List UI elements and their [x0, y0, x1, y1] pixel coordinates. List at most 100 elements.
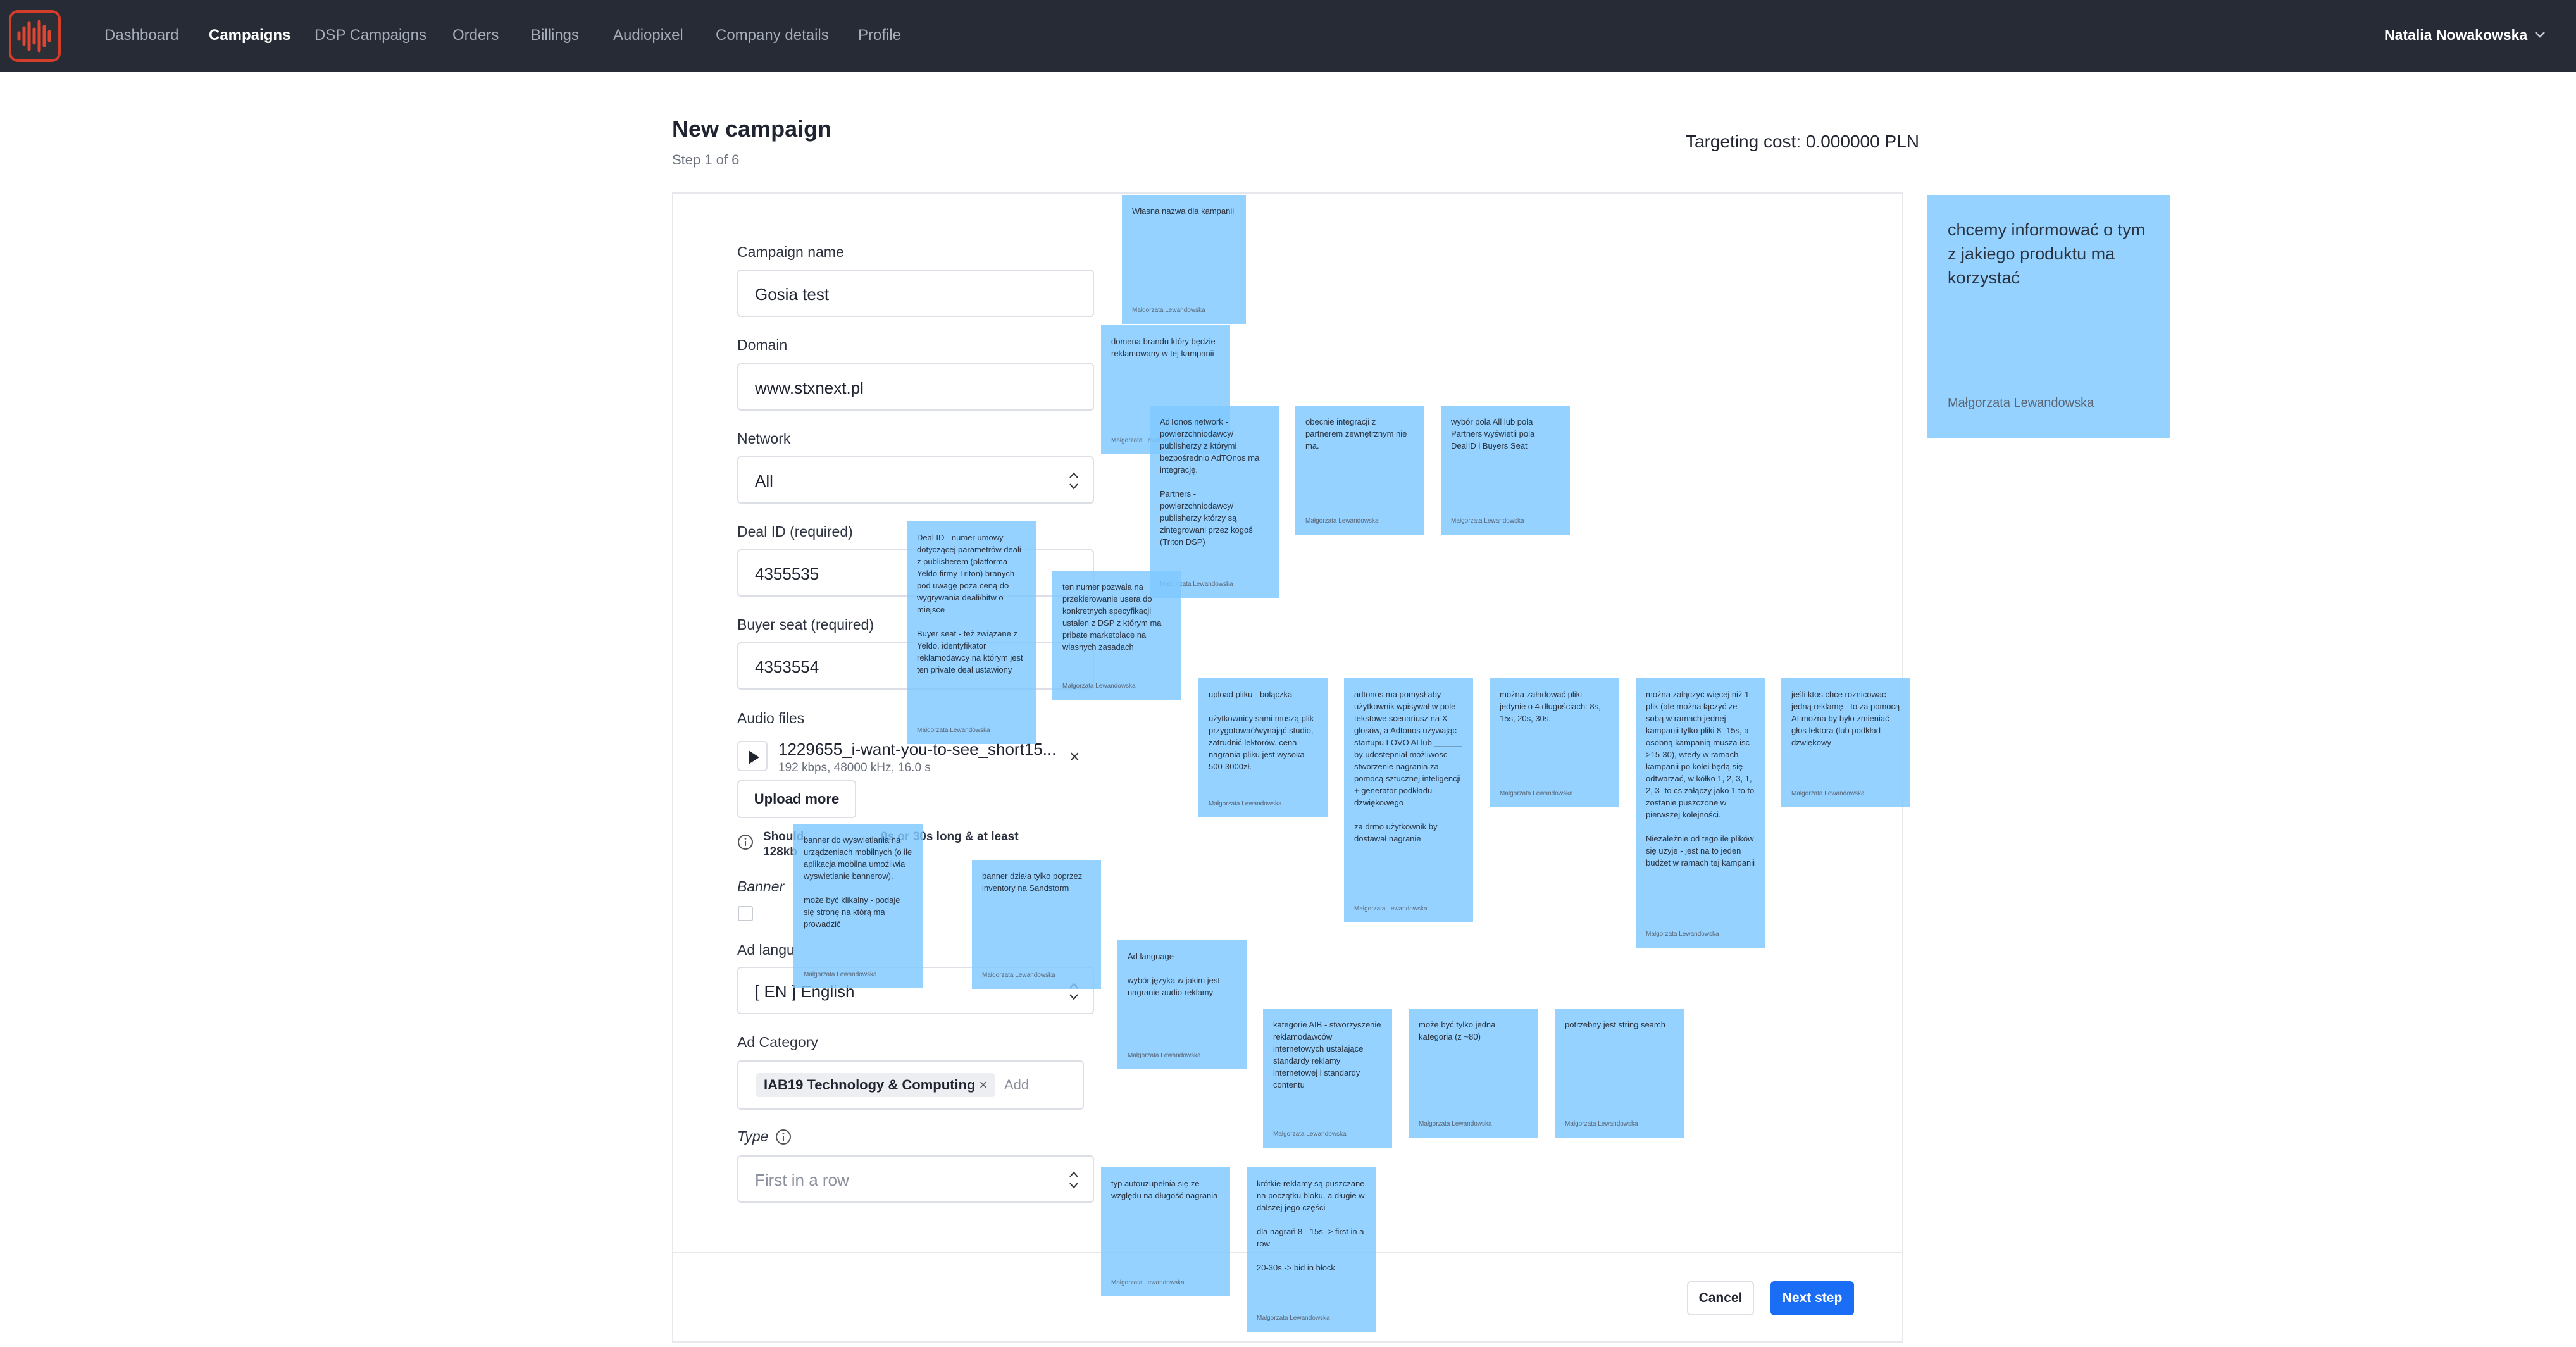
note-author: Małgorzata Lewandowska — [1646, 931, 1719, 938]
banner-label: Banner — [737, 878, 785, 895]
type-label: Type — [737, 1128, 769, 1145]
nav-campaigns[interactable]: Campaigns — [209, 27, 290, 44]
category-add-placeholder[interactable]: Add — [1004, 1077, 1029, 1093]
note-text: kategorie AIB - stworzyszenie reklamodaw… — [1273, 1020, 1381, 1089]
note-author: Małgorzata Lewandowska — [1209, 800, 1282, 807]
sticky-note[interactable]: jeśli ktos chce roznicowac jedną reklamę… — [1781, 678, 1910, 807]
sticky-note[interactable]: wybór pola All lub pola Partners wyświet… — [1441, 406, 1570, 535]
note-author: Małgorzata Lewandowska — [1062, 683, 1136, 690]
category-tag: IAB19 Technology & Computing × — [756, 1073, 995, 1097]
note-text: jeśli ktos chce roznicowac jedną reklamę… — [1791, 690, 1900, 747]
remove-file-button[interactable]: × — [1069, 747, 1080, 767]
cancel-button[interactable]: Cancel — [1687, 1281, 1754, 1315]
nav-orders[interactable]: Orders — [452, 27, 499, 44]
play-button[interactable] — [737, 741, 768, 771]
sticky-note[interactable]: Własna nazwa dla kampanii Małgorzata Lew… — [1122, 195, 1246, 324]
sticky-note[interactable]: AdTonos network - powierzchniodawcy/ pub… — [1150, 406, 1279, 598]
sticky-note[interactable]: typ autouzupełnia się ze względu na dług… — [1101, 1167, 1230, 1296]
domain-value: www.stxnext.pl — [755, 378, 864, 397]
ad-language-label: Ad langu — [737, 941, 795, 958]
select-arrows-icon — [1069, 1171, 1078, 1189]
audio-file-meta: 192 kbps, 48000 kHz, 16.0 s — [778, 761, 931, 774]
app-logo[interactable] — [9, 10, 61, 62]
page-title: New campaign — [672, 116, 832, 142]
deal-id-value: 4355535 — [755, 564, 819, 583]
sticky-note[interactable]: Deal ID - numer umowy dotyczącej paramet… — [907, 521, 1036, 744]
note-text: upload pliku - bolączka użytkownicy sami… — [1209, 690, 1314, 771]
nav-dsp-campaigns[interactable]: DSP Campaigns — [314, 27, 426, 44]
note-text: typ autouzupełnia się ze względu na dług… — [1111, 1179, 1218, 1200]
sticky-note[interactable]: obecnie integracji z partnerem zewnętrzn… — [1295, 406, 1424, 535]
sticky-note[interactable]: krótkie reklamy są puszczane na początku… — [1247, 1167, 1376, 1332]
sticky-note[interactable]: kategorie AIB - stworzyszenie reklamodaw… — [1263, 1009, 1392, 1148]
note-text: AdTonos network - powierzchniodawcy/ pub… — [1160, 417, 1260, 547]
nav-billings[interactable]: Billings — [531, 27, 579, 44]
user-menu[interactable]: Natalia Nowakowska — [2384, 27, 2527, 44]
sticky-note[interactable]: chcemy informować o tym z jakiego produk… — [1927, 195, 2170, 438]
note-author: Małgorzata Lewandowska — [982, 972, 1055, 979]
note-author: Małgorzata Lewandowska — [1111, 1279, 1185, 1286]
sticky-note[interactable]: Ad language wybór języka w jakim jest na… — [1117, 940, 1247, 1069]
note-text: można załączyć więcej niż 1 plik (ale mo… — [1646, 690, 1755, 867]
audio-hint-line2: 128kb — [763, 845, 797, 859]
step-indicator: Step 1 of 6 — [672, 152, 740, 168]
note-author: Małgorzata Lewandowska — [1132, 307, 1205, 314]
campaign-name-label: Campaign name — [737, 244, 844, 260]
nav-company-details[interactable]: Company details — [716, 27, 829, 44]
note-text: Ad language wybór języka w jakim jest na… — [1128, 952, 1220, 997]
sticky-note[interactable]: ten numer pozwala na przekierowanie user… — [1052, 571, 1181, 700]
deal-id-label: Deal ID (required) — [737, 523, 853, 540]
note-author: Małgorzata Lewandowska — [1257, 1315, 1330, 1322]
chevron-down-icon[interactable] — [2532, 27, 2548, 42]
note-text: banner do wyswietlania na urządzeniach m… — [804, 835, 912, 929]
sticky-note[interactable]: banner działa tylko poprzez inventory na… — [972, 860, 1101, 989]
nav-dashboard[interactable]: Dashboard — [104, 27, 178, 44]
note-text: potrzebny jest string search — [1565, 1020, 1665, 1029]
note-author: Małgorzata Lewandowska — [917, 727, 990, 734]
note-text: krótkie reklamy są puszczane na początku… — [1257, 1179, 1365, 1272]
network-label: Network — [737, 430, 791, 447]
category-tag-remove[interactable]: × — [979, 1077, 987, 1093]
note-author: Małgorzata Lewandowska — [804, 971, 877, 978]
upload-more-button[interactable]: Upload more — [737, 780, 856, 818]
note-text: chcemy informować o tym z jakiego produk… — [1948, 220, 2146, 287]
type-select[interactable]: First in a row — [737, 1155, 1094, 1203]
type-placeholder: First in a row — [755, 1170, 849, 1189]
note-author: Małgorzata Lewandowska — [1419, 1120, 1492, 1127]
sticky-note[interactable]: można załadować pliki jedynie o 4 długoś… — [1490, 678, 1619, 807]
network-select[interactable]: All — [737, 456, 1094, 504]
sticky-note[interactable]: potrzebny jest string search Małgorzata … — [1555, 1009, 1684, 1138]
sticky-note[interactable]: adtonos ma pomysł aby użytkownik wpisywa… — [1344, 678, 1473, 922]
domain-input[interactable]: www.stxnext.pl — [737, 363, 1094, 411]
network-value: All — [755, 471, 773, 490]
note-text: ten numer pozwala na przekierowanie user… — [1062, 582, 1162, 652]
note-text: banner działa tylko poprzez inventory na… — [982, 871, 1083, 893]
note-text: adtonos ma pomysł aby użytkownik wpisywa… — [1354, 690, 1462, 843]
targeting-cost: Targeting cost: 0.000000 PLN — [1686, 132, 1919, 151]
next-step-button[interactable]: Next step — [1770, 1281, 1854, 1315]
note-text: obecnie integracji z partnerem zewnętrzn… — [1305, 417, 1407, 450]
sticky-note[interactable]: można załączyć więcej niż 1 plik (ale mo… — [1636, 678, 1765, 948]
banner-checkbox[interactable] — [738, 906, 753, 921]
note-author: Małgorzata Lewandowska — [1565, 1120, 1638, 1127]
info-icon[interactable] — [775, 1129, 792, 1145]
note-author: Małgorzata Lewandowska — [1273, 1131, 1347, 1138]
note-author: Małgorzata Lewandowska — [1791, 790, 1865, 797]
top-navbar: Dashboard Campaigns DSP Campaigns Orders… — [0, 0, 2576, 72]
sticky-note[interactable]: upload pliku - bolączka użytkownicy sami… — [1198, 678, 1328, 817]
campaign-name-input[interactable]: Gosia test — [737, 270, 1094, 317]
note-author: Małgorzata Lewandowska — [1354, 905, 1428, 912]
note-author: Małgorzata Lewandowska — [1128, 1052, 1201, 1059]
campaign-name-value: Gosia test — [755, 285, 830, 304]
play-icon — [749, 750, 759, 764]
nav-audiopixel[interactable]: Audiopixel — [613, 27, 683, 44]
sticky-note[interactable]: banner do wyswietlania na urządzeniach m… — [793, 824, 923, 988]
sticky-note[interactable]: może być tylko jedna kategoria (z ~80) M… — [1409, 1009, 1538, 1138]
note-text: można załadować pliki jedynie o 4 długoś… — [1500, 690, 1601, 723]
ad-category-input[interactable]: IAB19 Technology & Computing × Add — [737, 1060, 1084, 1110]
note-author: Małgorzata Lewandowska — [1305, 518, 1379, 525]
select-arrows-icon — [1069, 472, 1078, 490]
note-text: Deal ID - numer umowy dotyczącej paramet… — [917, 533, 1023, 674]
audio-files-label: Audio files — [737, 710, 805, 726]
nav-profile[interactable]: Profile — [858, 27, 901, 44]
